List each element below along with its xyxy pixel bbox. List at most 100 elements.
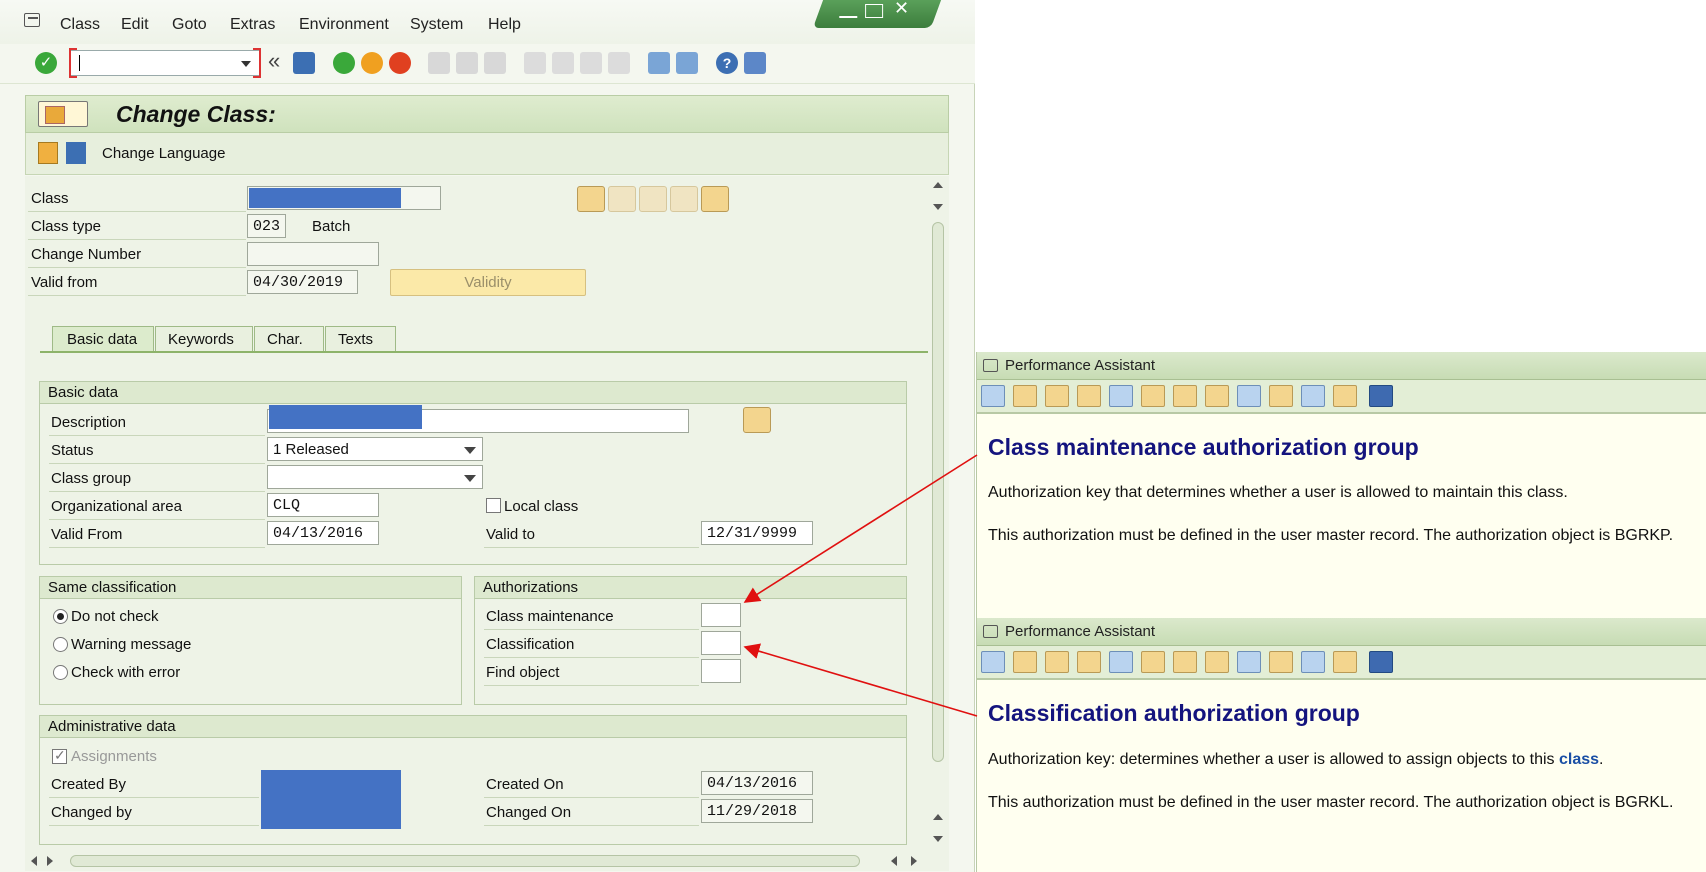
menu-help[interactable]: Help bbox=[488, 16, 521, 34]
radio-do-not-check[interactable] bbox=[53, 609, 68, 624]
copy-icon[interactable] bbox=[670, 186, 698, 212]
close-window-icon[interactable]: ✕ bbox=[894, 0, 909, 19]
vertical-scrollbar[interactable] bbox=[928, 176, 948, 851]
scroll-left-icon[interactable] bbox=[31, 856, 37, 866]
window-icon[interactable] bbox=[1237, 651, 1261, 673]
class-maintenance-field[interactable] bbox=[701, 603, 741, 627]
change-language-button[interactable]: Change Language bbox=[102, 145, 225, 162]
org-area-field[interactable]: CLQ bbox=[267, 493, 379, 517]
tab-texts[interactable]: Texts bbox=[325, 326, 396, 352]
scroll-up-icon[interactable] bbox=[933, 814, 943, 820]
find-object-field[interactable] bbox=[701, 659, 741, 683]
previous-page-icon[interactable] bbox=[552, 52, 574, 74]
user-settings-icon[interactable] bbox=[1173, 385, 1197, 407]
tools-icon[interactable] bbox=[1141, 651, 1165, 673]
technical-info-icon[interactable] bbox=[1045, 385, 1069, 407]
forward-arrow-icon[interactable] bbox=[1013, 385, 1037, 407]
status-select[interactable]: 1 Released bbox=[267, 437, 483, 461]
glossary-link[interactable]: class bbox=[1559, 751, 1599, 768]
find-icon[interactable] bbox=[1333, 651, 1357, 673]
chevron-down-icon[interactable] bbox=[464, 447, 476, 454]
find-next-icon[interactable] bbox=[484, 52, 506, 74]
tools-icon[interactable] bbox=[1141, 385, 1165, 407]
print-icon[interactable] bbox=[1301, 651, 1325, 673]
help-icon[interactable]: ? bbox=[716, 52, 738, 74]
chevron-down-icon[interactable] bbox=[241, 61, 251, 67]
enter-check-icon[interactable]: ✓ bbox=[35, 52, 57, 74]
technical-info-icon[interactable] bbox=[1045, 651, 1069, 673]
scroll-left-icon[interactable] bbox=[891, 856, 897, 866]
local-class-checkbox[interactable] bbox=[486, 498, 501, 513]
scroll-down-icon[interactable] bbox=[933, 204, 943, 210]
print-icon[interactable] bbox=[1301, 385, 1325, 407]
hierarchy-icon[interactable] bbox=[1077, 385, 1101, 407]
display-change-icon[interactable] bbox=[577, 186, 605, 212]
shortcut-icon[interactable] bbox=[676, 52, 698, 74]
menu-system[interactable]: System bbox=[410, 16, 463, 34]
class-group-select[interactable] bbox=[267, 465, 483, 489]
edit-note-icon[interactable] bbox=[1109, 651, 1133, 673]
created-on-field[interactable]: 04/13/2016 bbox=[701, 771, 813, 795]
valid-from-field[interactable]: 04/30/2019 bbox=[247, 270, 358, 294]
menu-class[interactable]: Class bbox=[60, 16, 100, 34]
first-page-icon[interactable] bbox=[524, 52, 546, 74]
hierarchy-icon[interactable] bbox=[1077, 651, 1101, 673]
tab-keywords[interactable]: Keywords bbox=[155, 326, 253, 352]
menu-icon[interactable] bbox=[24, 13, 40, 27]
new-session-icon[interactable] bbox=[648, 52, 670, 74]
back-arrow-icon[interactable] bbox=[981, 385, 1005, 407]
validity-button[interactable]: Validity bbox=[390, 269, 586, 296]
note-icon[interactable] bbox=[1269, 651, 1293, 673]
valid-to-field[interactable]: 12/31/9999 bbox=[701, 521, 813, 545]
classification-field[interactable] bbox=[701, 631, 741, 655]
forward-arrow-icon[interactable] bbox=[1013, 651, 1037, 673]
close-icon[interactable] bbox=[1369, 385, 1393, 407]
menu-edit[interactable]: Edit bbox=[121, 16, 149, 34]
window-menu-icon[interactable] bbox=[983, 625, 998, 638]
scroll-down-icon[interactable] bbox=[933, 836, 943, 842]
scroll-up-icon[interactable] bbox=[933, 182, 943, 188]
chevron-down-icon[interactable] bbox=[464, 475, 476, 482]
tab-basic-data[interactable]: Basic data bbox=[52, 326, 154, 352]
minimize-icon[interactable] bbox=[839, 14, 858, 18]
maximize-icon[interactable] bbox=[865, 4, 884, 18]
change-number-field[interactable] bbox=[247, 242, 379, 266]
language-icon[interactable] bbox=[66, 142, 86, 164]
find-icon[interactable] bbox=[1333, 385, 1357, 407]
scroll-thumb[interactable] bbox=[932, 222, 944, 762]
long-text-icon[interactable] bbox=[743, 407, 771, 433]
delete-icon[interactable] bbox=[701, 186, 729, 212]
scroll-right-icon[interactable] bbox=[47, 856, 53, 866]
collapse-command-icon[interactable]: « bbox=[268, 48, 280, 74]
window-icon[interactable] bbox=[1237, 385, 1261, 407]
book-icon[interactable] bbox=[1205, 385, 1229, 407]
find-icon[interactable] bbox=[456, 52, 478, 74]
changed-on-field[interactable]: 11/29/2018 bbox=[701, 799, 813, 823]
back-icon[interactable] bbox=[333, 52, 355, 74]
other-class-icon[interactable] bbox=[38, 142, 58, 164]
valid-from-field[interactable]: 04/13/2016 bbox=[267, 521, 379, 545]
menu-environment[interactable]: Environment bbox=[299, 16, 389, 34]
create-icon[interactable] bbox=[639, 186, 667, 212]
radio-check-with-error[interactable] bbox=[53, 665, 68, 680]
book-icon[interactable] bbox=[1205, 651, 1229, 673]
back-arrow-icon[interactable] bbox=[981, 651, 1005, 673]
horizontal-scrollbar[interactable] bbox=[25, 851, 949, 871]
close-icon[interactable] bbox=[1369, 651, 1393, 673]
edit-icon[interactable] bbox=[608, 186, 636, 212]
scroll-thumb[interactable] bbox=[70, 855, 860, 867]
tab-char[interactable]: Char. bbox=[254, 326, 324, 352]
customize-layout-icon[interactable] bbox=[744, 52, 766, 74]
object-menu-icon[interactable] bbox=[38, 101, 88, 127]
exit-icon[interactable] bbox=[361, 52, 383, 74]
window-menu-icon[interactable] bbox=[983, 359, 998, 372]
command-field[interactable] bbox=[69, 48, 261, 78]
user-settings-icon[interactable] bbox=[1173, 651, 1197, 673]
save-icon[interactable] bbox=[293, 52, 315, 74]
radio-warning-message[interactable] bbox=[53, 637, 68, 652]
print-icon[interactable] bbox=[428, 52, 450, 74]
next-page-icon[interactable] bbox=[580, 52, 602, 74]
class-type-field[interactable]: 023 bbox=[247, 214, 286, 238]
menu-goto[interactable]: Goto bbox=[172, 16, 207, 34]
last-page-icon[interactable] bbox=[608, 52, 630, 74]
